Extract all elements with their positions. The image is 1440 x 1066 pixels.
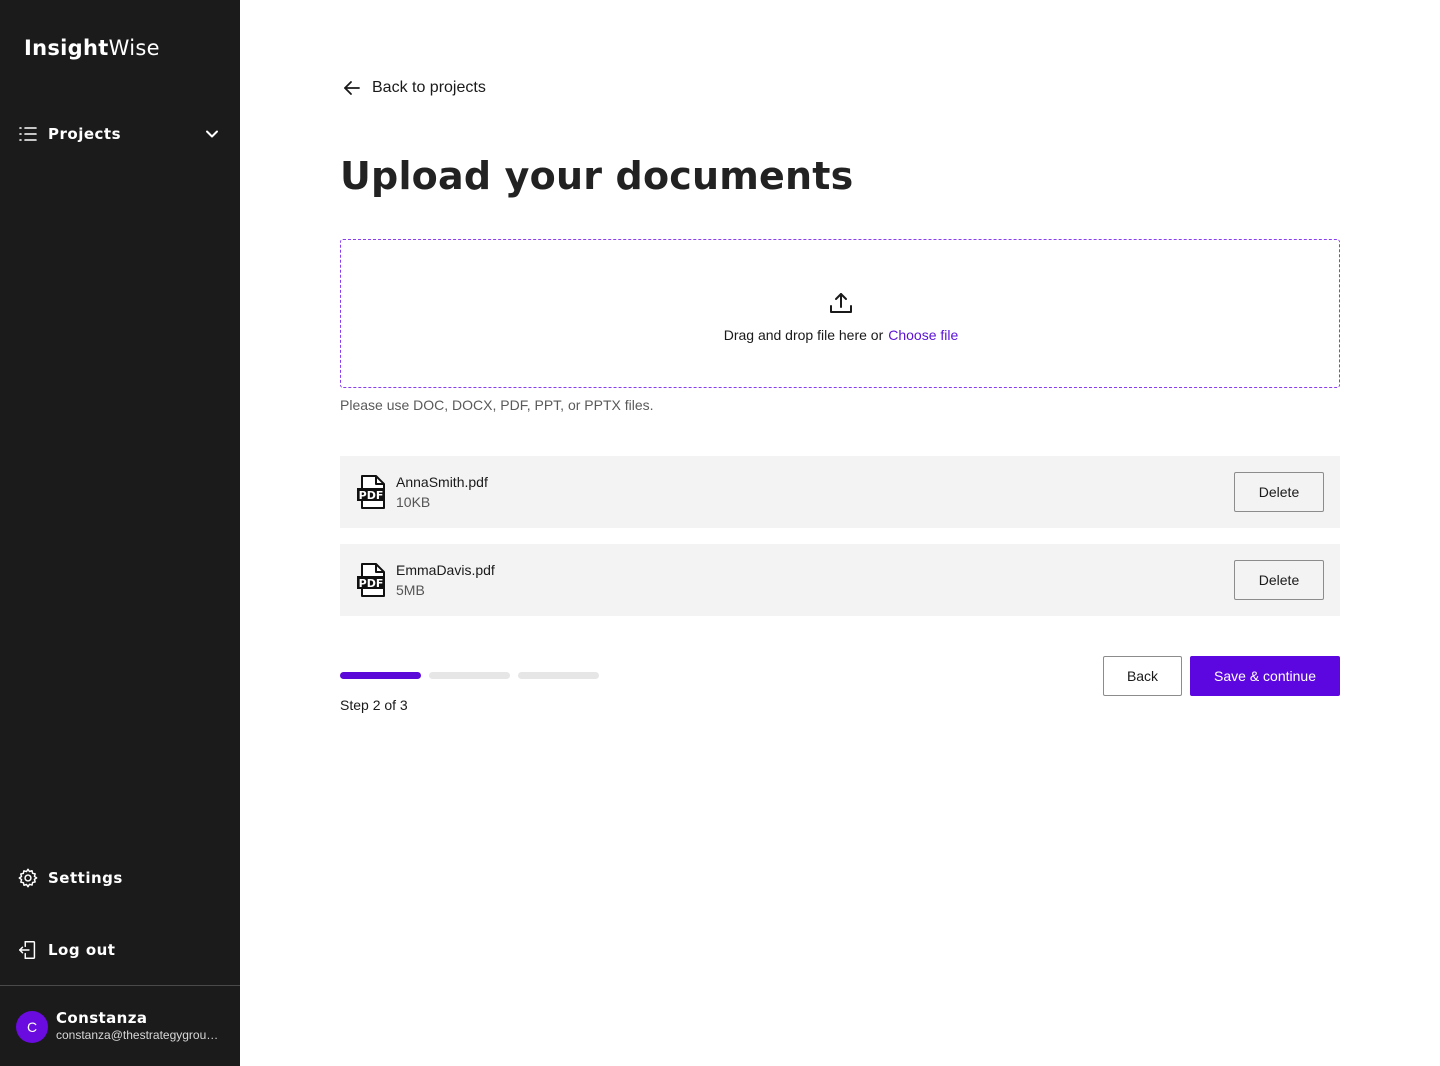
choose-file-link[interactable]: Choose file bbox=[888, 327, 958, 343]
delete-file-button[interactable]: Delete bbox=[1234, 560, 1324, 600]
sidebar-item-label: Projects bbox=[48, 125, 122, 143]
chevron-down-icon[interactable] bbox=[200, 122, 224, 146]
step-progress-bar bbox=[340, 672, 607, 679]
gear-icon bbox=[16, 866, 40, 890]
back-to-projects-link[interactable]: Back to projects bbox=[340, 76, 486, 100]
file-list-item: PDF AnnaSmith.pdf 10KB Delete bbox=[340, 456, 1340, 528]
sidebar: InsightWise Projects Settings Log out C … bbox=[0, 0, 240, 1066]
pdf-file-icon: PDF bbox=[357, 475, 385, 509]
user-info: Constanza constanza@thestrategygroup.c..… bbox=[56, 1010, 224, 1044]
dropzone-instruction: Drag and drop file here or bbox=[723, 327, 884, 343]
user-email: constanza@thestrategygroup.c... bbox=[56, 1028, 224, 1042]
back-link-label: Back to projects bbox=[372, 79, 486, 96]
save-continue-button[interactable]: Save & continue bbox=[1190, 656, 1340, 696]
brand-logo[interactable]: InsightWise bbox=[24, 36, 160, 60]
brand-bold: Insight bbox=[24, 36, 109, 60]
delete-file-button[interactable]: Delete bbox=[1234, 472, 1324, 512]
sidebar-item-settings[interactable]: Settings bbox=[16, 864, 123, 892]
file-name: EmmaDavis.pdf bbox=[396, 562, 495, 578]
list-icon bbox=[16, 122, 40, 146]
step-indicator: Step 2 of 3 bbox=[340, 697, 408, 713]
sidebar-item-label: Log out bbox=[48, 941, 116, 959]
pdf-file-icon: PDF bbox=[357, 563, 385, 597]
file-name: AnnaSmith.pdf bbox=[396, 474, 488, 490]
sidebar-item-logout[interactable]: Log out bbox=[16, 936, 115, 964]
progress-segment bbox=[429, 672, 510, 679]
svg-text:PDF: PDF bbox=[359, 577, 384, 590]
progress-segment bbox=[518, 672, 599, 679]
file-list-item: PDF EmmaDavis.pdf 5MB Delete bbox=[340, 544, 1340, 616]
brand-regular: Wise bbox=[108, 36, 160, 60]
page-title: Upload your documents bbox=[340, 154, 854, 198]
avatar: C bbox=[16, 1011, 48, 1043]
user-name: Constanza bbox=[56, 1009, 148, 1027]
file-type-hint: Please use DOC, DOCX, PDF, PPT, or PPTX … bbox=[340, 397, 654, 413]
arrow-left-icon bbox=[340, 76, 364, 100]
dropzone-text: Drag and drop file here or Choose file bbox=[341, 327, 1341, 343]
file-dropzone[interactable]: Drag and drop file here or Choose file bbox=[340, 239, 1340, 388]
sidebar-item-label: Settings bbox=[48, 869, 123, 887]
file-size: 5MB bbox=[396, 582, 425, 598]
svg-text:PDF: PDF bbox=[359, 489, 384, 502]
progress-segment bbox=[340, 672, 421, 679]
sidebar-divider bbox=[0, 985, 240, 986]
back-button[interactable]: Back bbox=[1103, 656, 1182, 696]
upload-icon bbox=[830, 293, 852, 313]
file-size: 10KB bbox=[396, 494, 431, 510]
user-profile[interactable]: C Constanza constanza@thestrategygroup.c… bbox=[16, 1010, 224, 1044]
logout-icon bbox=[16, 938, 40, 962]
sidebar-item-projects[interactable]: Projects bbox=[16, 120, 224, 148]
